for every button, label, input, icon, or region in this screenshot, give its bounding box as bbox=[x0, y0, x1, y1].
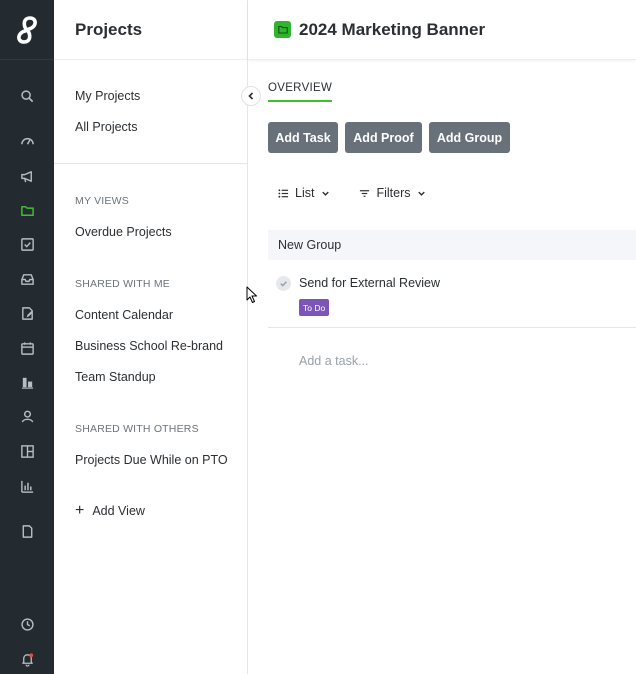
project-folder-icon bbox=[274, 21, 291, 38]
collapse-sidebar-button[interactable] bbox=[241, 86, 261, 106]
filter-icon bbox=[360, 189, 370, 197]
reports-icon[interactable] bbox=[0, 474, 54, 498]
view-team-standup[interactable]: Team Standup bbox=[75, 370, 156, 384]
calendar-icon[interactable] bbox=[0, 336, 54, 360]
sidebar-header: Projects bbox=[54, 0, 247, 60]
folder-icon[interactable] bbox=[0, 198, 54, 222]
sidebar-divider bbox=[54, 163, 247, 164]
view-toolbar: List Filters bbox=[278, 186, 455, 200]
add-task-input[interactable]: Add a task... bbox=[299, 354, 368, 368]
bell-icon[interactable] bbox=[0, 647, 54, 671]
app-rail bbox=[0, 0, 54, 674]
task-row[interactable]: Send for External Review To Do bbox=[268, 270, 636, 328]
project-header: 2024 Marketing Banner bbox=[248, 0, 636, 60]
search-icon[interactable] bbox=[0, 84, 54, 108]
megaphone-icon[interactable] bbox=[0, 164, 54, 188]
dashboard-icon[interactable] bbox=[0, 128, 54, 152]
layout-icon[interactable] bbox=[0, 439, 54, 463]
add-task-button[interactable]: Add Task bbox=[268, 122, 338, 153]
clock-icon[interactable] bbox=[0, 612, 54, 636]
chevron-down-icon bbox=[418, 191, 426, 196]
list-view-dropdown[interactable]: List bbox=[278, 186, 331, 200]
list-label: List bbox=[295, 186, 315, 200]
view-content-calendar[interactable]: Content Calendar bbox=[75, 308, 173, 322]
status-badge[interactable]: To Do bbox=[299, 299, 330, 316]
check-icon bbox=[280, 281, 287, 287]
document-icon[interactable] bbox=[0, 519, 54, 543]
app-logo[interactable] bbox=[0, 0, 54, 60]
mouse-cursor-icon bbox=[246, 286, 257, 303]
add-group-button[interactable]: Add Group bbox=[429, 122, 510, 153]
filters-dropdown[interactable]: Filters bbox=[359, 186, 427, 200]
projects-sidebar: Projects My Projects All Projects MY VIE… bbox=[54, 0, 248, 674]
group-header[interactable]: New Group bbox=[268, 230, 636, 260]
user-icon[interactable] bbox=[0, 404, 54, 428]
checkbox-icon[interactable] bbox=[0, 232, 54, 256]
filters-label: Filters bbox=[376, 186, 411, 200]
add-proof-button[interactable]: Add Proof bbox=[345, 122, 422, 153]
main-content: 2024 Marketing Banner OVERVIEW Add Task … bbox=[248, 0, 636, 674]
add-view-label: Add View bbox=[92, 504, 145, 518]
section-my-views: MY VIEWS bbox=[75, 195, 129, 207]
view-overdue-projects[interactable]: Overdue Projects bbox=[75, 225, 172, 239]
chevron-down-icon bbox=[322, 191, 330, 196]
logo-icon bbox=[17, 15, 37, 44]
view-projects-due-pto[interactable]: Projects Due While on PTO bbox=[75, 453, 228, 467]
task-name[interactable]: Send for External Review bbox=[299, 276, 440, 290]
section-shared-with-me: SHARED WITH ME bbox=[75, 278, 170, 290]
view-business-school-rebrand[interactable]: Business School Re-brand bbox=[75, 339, 223, 353]
page-title: 2024 Marketing Banner bbox=[299, 19, 486, 39]
task-complete-checkbox[interactable] bbox=[276, 276, 291, 291]
sidebar-item-my-projects[interactable]: My Projects bbox=[75, 89, 140, 103]
list-icon bbox=[278, 188, 289, 198]
inbox-icon[interactable] bbox=[0, 267, 54, 291]
resources-icon[interactable] bbox=[0, 370, 54, 394]
add-view-button[interactable]: + Add View bbox=[75, 502, 145, 519]
tab-overview[interactable]: OVERVIEW bbox=[268, 82, 333, 102]
proof-icon[interactable] bbox=[0, 301, 54, 325]
plus-icon: + bbox=[75, 502, 85, 519]
chevron-left-icon bbox=[248, 92, 254, 100]
section-shared-with-others: SHARED WITH OTHERS bbox=[75, 423, 199, 435]
sidebar-item-all-projects[interactable]: All Projects bbox=[75, 120, 138, 134]
sidebar-title: Projects bbox=[75, 19, 143, 39]
